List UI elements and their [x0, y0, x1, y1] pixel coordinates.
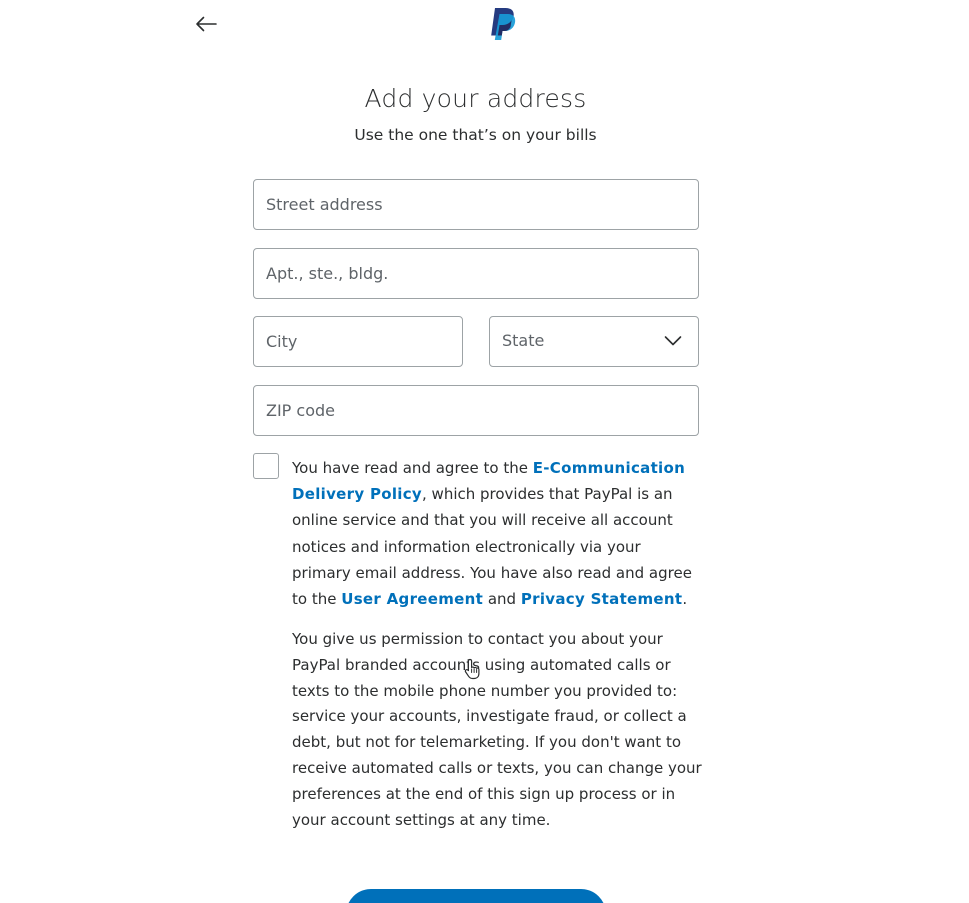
zip-code-input[interactable]	[254, 386, 698, 435]
city-field	[253, 316, 463, 367]
add-address-page: Add your address Use the one that’s on y…	[0, 0, 969, 903]
page-title: Add your address	[364, 84, 587, 113]
apt-input[interactable]	[254, 249, 698, 298]
arrow-left-icon	[196, 16, 217, 32]
apt-field	[253, 248, 699, 299]
street-address-field	[253, 179, 699, 230]
agreement-text: You have read and agree to the E-Communi…	[292, 455, 702, 612]
user-agreement-link[interactable]: User Agreement	[341, 590, 483, 608]
city-input[interactable]	[254, 317, 462, 366]
street-address-input[interactable]	[254, 180, 698, 229]
privacy-statement-link[interactable]: Privacy Statement	[521, 590, 683, 608]
contact-consent-text: You give us permission to contact you ab…	[292, 630, 702, 829]
page-subtitle: Use the one that’s on your bills	[354, 126, 597, 144]
hand-cursor-icon	[464, 658, 480, 680]
agreement-text-4: .	[682, 590, 688, 609]
zip-code-field	[253, 385, 699, 436]
agreement-checkbox[interactable]	[253, 453, 279, 479]
agreement-text-1: You have read and agree to the	[292, 459, 533, 477]
chevron-down-icon	[664, 336, 682, 346]
state-select[interactable]: State	[489, 316, 699, 367]
next-button[interactable]	[346, 889, 606, 903]
agreement-text-3: and	[483, 590, 521, 609]
paypal-logo-icon	[486, 6, 518, 42]
back-button[interactable]	[192, 11, 220, 37]
state-select-label: State	[502, 331, 545, 350]
